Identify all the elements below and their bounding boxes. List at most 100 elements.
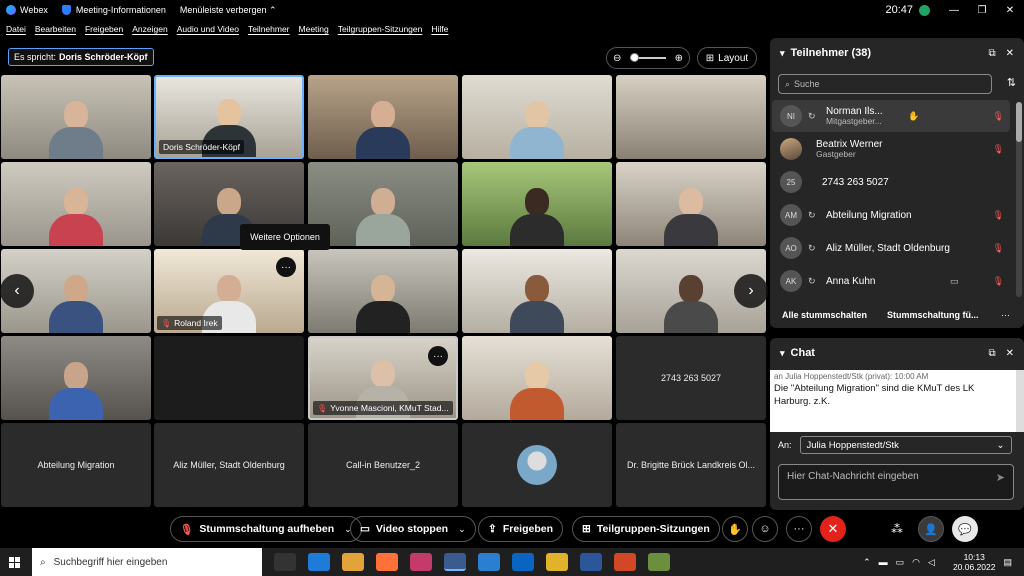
- participant-row[interactable]: 25 2743 263 5027: [772, 166, 1010, 198]
- video-tile[interactable]: [1, 75, 151, 159]
- video-tile[interactable]: [308, 249, 458, 333]
- unmute-button[interactable]: 🎙 Stummschaltung aufheben ⌄: [170, 516, 362, 542]
- edge-icon[interactable]: [308, 553, 330, 571]
- close-panel-icon[interactable]: ✕: [1006, 48, 1014, 59]
- volume-icon[interactable]: ◁: [928, 557, 935, 568]
- leave-meeting-button[interactable]: ✕: [820, 516, 846, 542]
- popout-icon[interactable]: ⧉: [988, 48, 995, 59]
- chevron-down-icon[interactable]: ⌄: [458, 524, 466, 535]
- menu-bearbeiten[interactable]: Bearbeiten: [35, 24, 76, 34]
- chevron-up-icon[interactable]: ⌃: [863, 557, 871, 568]
- app-icon[interactable]: [648, 553, 670, 571]
- zoom-slider-thumb[interactable]: [630, 53, 639, 62]
- firefox-icon[interactable]: [376, 553, 398, 571]
- video-tile[interactable]: [462, 336, 612, 420]
- mic-muted-icon[interactable]: 🎙: [993, 210, 1004, 221]
- explorer-icon[interactable]: [342, 553, 364, 571]
- video-tile[interactable]: ··· 🎙 Yvonne Mascioni, KMuT Stad...: [308, 336, 458, 420]
- mic-muted-icon[interactable]: 🎙: [993, 276, 1004, 287]
- zoom-out-icon[interactable]: ⊖: [613, 53, 621, 64]
- menu-freigeben[interactable]: Freigeben: [85, 24, 123, 34]
- reactions-button[interactable]: ☺: [752, 516, 778, 542]
- chat-message-input[interactable]: Hier Chat-Nachricht eingeben ➤: [778, 464, 1014, 500]
- menu-meeting[interactable]: Meeting: [299, 24, 329, 34]
- video-tile-phone[interactable]: 2743 263 5027: [616, 336, 766, 420]
- stop-video-button[interactable]: ▭ Video stoppen ⌄: [350, 516, 476, 542]
- participant-row[interactable]: AK ↻ Anna Kuhn ▭ 🎙: [772, 265, 1010, 297]
- restore-icon[interactable]: ❐: [968, 5, 996, 16]
- video-tile[interactable]: [616, 75, 766, 159]
- mute-on-entry-button[interactable]: Stummschaltung fü...: [887, 310, 979, 320]
- notifications-icon[interactable]: ▤: [1003, 557, 1012, 568]
- video-tile[interactable]: [1, 336, 151, 420]
- video-tile[interactable]: ··· 🎙 Roland Irek: [154, 249, 304, 333]
- raise-hand-button[interactable]: ✋: [722, 516, 748, 542]
- breakout-sessions-button[interactable]: ⊞ Teilgruppen-Sitzungen: [572, 516, 720, 542]
- menu-anzeigen[interactable]: Anzeigen: [132, 24, 167, 34]
- layout-button[interactable]: ⊞ Layout: [697, 47, 757, 69]
- taskbar-search-input[interactable]: ⌕ Suchbegriff hier eingeben: [32, 548, 262, 576]
- apps-button[interactable]: ⁂: [884, 516, 910, 542]
- video-tile[interactable]: [462, 75, 612, 159]
- network-icon[interactable]: ▬: [879, 557, 888, 567]
- close-panel-icon[interactable]: ✕: [1006, 348, 1014, 359]
- share-button[interactable]: ⇪ Freigeben: [478, 516, 563, 542]
- chevron-left-icon[interactable]: ‹: [0, 274, 34, 308]
- taskbar-clock[interactable]: 10:13 20.06.2022: [953, 552, 996, 572]
- participant-search-input[interactable]: ⌕ Suche: [778, 74, 992, 94]
- collapse-chevron-icon[interactable]: ▾: [780, 48, 785, 59]
- mic-muted-icon[interactable]: 🎙: [993, 111, 1004, 122]
- zoom-in-icon[interactable]: ⊕: [675, 53, 683, 64]
- wifi-icon[interactable]: ◠: [912, 557, 920, 568]
- more-icon[interactable]: ···: [1001, 310, 1010, 320]
- video-tile-no-video[interactable]: Call-in Benutzer_2: [308, 423, 458, 507]
- menu-audio-video[interactable]: Audio und Video: [177, 24, 239, 34]
- video-tile-no-video[interactable]: Dr. Brigitte Brück Landkreis Ol...: [616, 423, 766, 507]
- participant-row[interactable]: AM ↻ Abteilung Migration 🎙: [772, 199, 1010, 231]
- more-options-button[interactable]: ···: [276, 257, 296, 277]
- connection-status-icon[interactable]: [919, 4, 930, 16]
- video-tile[interactable]: [616, 162, 766, 246]
- menu-hilfe[interactable]: Hilfe: [431, 24, 448, 34]
- task-view-icon[interactable]: [274, 553, 296, 571]
- security-app-icon[interactable]: [410, 553, 432, 571]
- hide-menu-button[interactable]: Menüleiste verbergen ⌃: [180, 5, 277, 16]
- video-tile-empty[interactable]: [154, 336, 304, 420]
- close-icon[interactable]: ✕: [996, 5, 1024, 16]
- mic-muted-icon[interactable]: 🎙: [993, 144, 1004, 155]
- participant-row[interactable]: Beatrix Werner Gastgeber 🎙: [772, 133, 1010, 165]
- minimize-icon[interactable]: —: [940, 5, 968, 16]
- windows-start-icon[interactable]: [0, 548, 28, 576]
- battery-icon[interactable]: ▭: [896, 557, 905, 568]
- mute-all-button[interactable]: Alle stummschalten: [782, 310, 867, 320]
- meeting-info-link[interactable]: Meeting-Informationen: [76, 5, 166, 15]
- more-options-button[interactable]: ···: [786, 516, 812, 542]
- sort-icon[interactable]: ⇅: [1007, 76, 1016, 89]
- zoom-control[interactable]: ⊖ ⊕: [606, 47, 690, 69]
- video-tile-avatar[interactable]: [462, 423, 612, 507]
- chat-scrollbar[interactable]: [1016, 370, 1024, 432]
- shield-icon[interactable]: [61, 5, 71, 15]
- more-options-button[interactable]: ···: [428, 346, 448, 366]
- chrome-icon[interactable]: [546, 553, 568, 571]
- word-icon[interactable]: [580, 553, 602, 571]
- skype-icon[interactable]: [478, 553, 500, 571]
- video-tile[interactable]: [308, 162, 458, 246]
- chevron-right-icon[interactable]: ›: [734, 274, 768, 308]
- video-tile[interactable]: [462, 162, 612, 246]
- webex-taskbar-icon[interactable]: [444, 553, 466, 571]
- mic-muted-icon[interactable]: 🎙: [993, 243, 1004, 254]
- video-tile[interactable]: [1, 162, 151, 246]
- menu-teilgruppen[interactable]: Teilgruppen-Sitzungen: [338, 24, 423, 34]
- participant-row[interactable]: AO ↻ Aliz Müller, Stadt Oldenburg 🎙: [772, 232, 1010, 264]
- zoom-slider[interactable]: [630, 53, 666, 62]
- menu-datei[interactable]: Datei: [6, 24, 26, 34]
- menu-teilnehmer[interactable]: Teilnehmer: [248, 24, 290, 34]
- participants-button[interactable]: 👤: [918, 516, 944, 542]
- send-icon[interactable]: ➤: [996, 471, 1005, 484]
- video-tile[interactable]: [462, 249, 612, 333]
- collapse-chevron-icon[interactable]: ▾: [780, 348, 785, 359]
- powerpoint-icon[interactable]: [614, 553, 636, 571]
- participant-row[interactable]: NI ↻ Norman Ils... Mitgastgeber... ✋ 🎙: [772, 100, 1010, 132]
- video-tile-active-speaker[interactable]: Doris Schröder-Köpf: [154, 75, 304, 159]
